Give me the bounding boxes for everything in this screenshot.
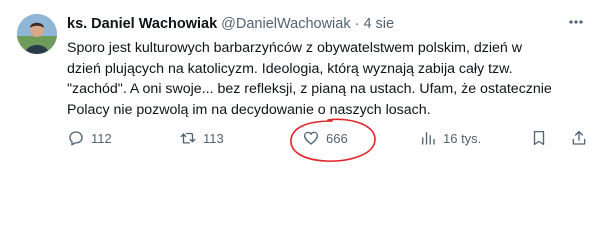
tweet-time[interactable]: 4 sie — [363, 16, 394, 32]
tweet-text-line: Polacy nie pozwolą im na decydowanie o n… — [67, 101, 431, 118]
tweet-text: Sporo jest kulturowych barbarzyńców z ob… — [67, 38, 577, 120]
tweet-header: ks. Daniel Wachowiak @DanielWachowiak · … — [67, 15, 394, 33]
avatar-image — [17, 14, 57, 54]
tweet-text-line: dzień plujących na katolicyzm. Ideologia… — [67, 60, 513, 77]
bookmark-icon — [533, 130, 545, 146]
views-icon — [422, 132, 435, 145]
reply-button[interactable]: 112 — [67, 128, 112, 148]
share-icon — [572, 130, 586, 145]
avatar[interactable] — [17, 14, 57, 54]
repost-count: 113 — [203, 130, 224, 146]
repost-button[interactable]: 113 — [179, 128, 224, 148]
tweet-actions: 112 113 666 16 tys. — [67, 128, 587, 148]
tweet-text-line: "zachód". A oni swoje... bez refleksji, … — [67, 81, 552, 97]
author-handle[interactable]: @DanielWachowiak — [221, 16, 350, 32]
separator-dot: · — [354, 16, 360, 32]
author-name[interactable]: ks. Daniel Wachowiak — [67, 16, 217, 32]
reply-count: 112 — [91, 130, 112, 146]
like-count: 666 — [326, 130, 348, 146]
share-button[interactable] — [570, 128, 588, 148]
repost-icon — [180, 132, 196, 144]
tweet-text-line: Sporo jest kulturowych barbarzyńców z ob… — [67, 40, 522, 56]
more-horizontal-icon — [569, 20, 583, 24]
more-options-button[interactable] — [568, 14, 584, 30]
views-button[interactable]: 16 tys. — [419, 128, 481, 148]
heart-icon — [303, 131, 319, 145]
reply-icon — [69, 131, 83, 146]
views-count: 16 tys. — [443, 130, 482, 146]
like-button[interactable]: 666 — [302, 128, 348, 148]
tweet[interactable]: ks. Daniel Wachowiak @DanielWachowiak · … — [0, 0, 610, 160]
bookmark-button[interactable] — [530, 128, 548, 148]
